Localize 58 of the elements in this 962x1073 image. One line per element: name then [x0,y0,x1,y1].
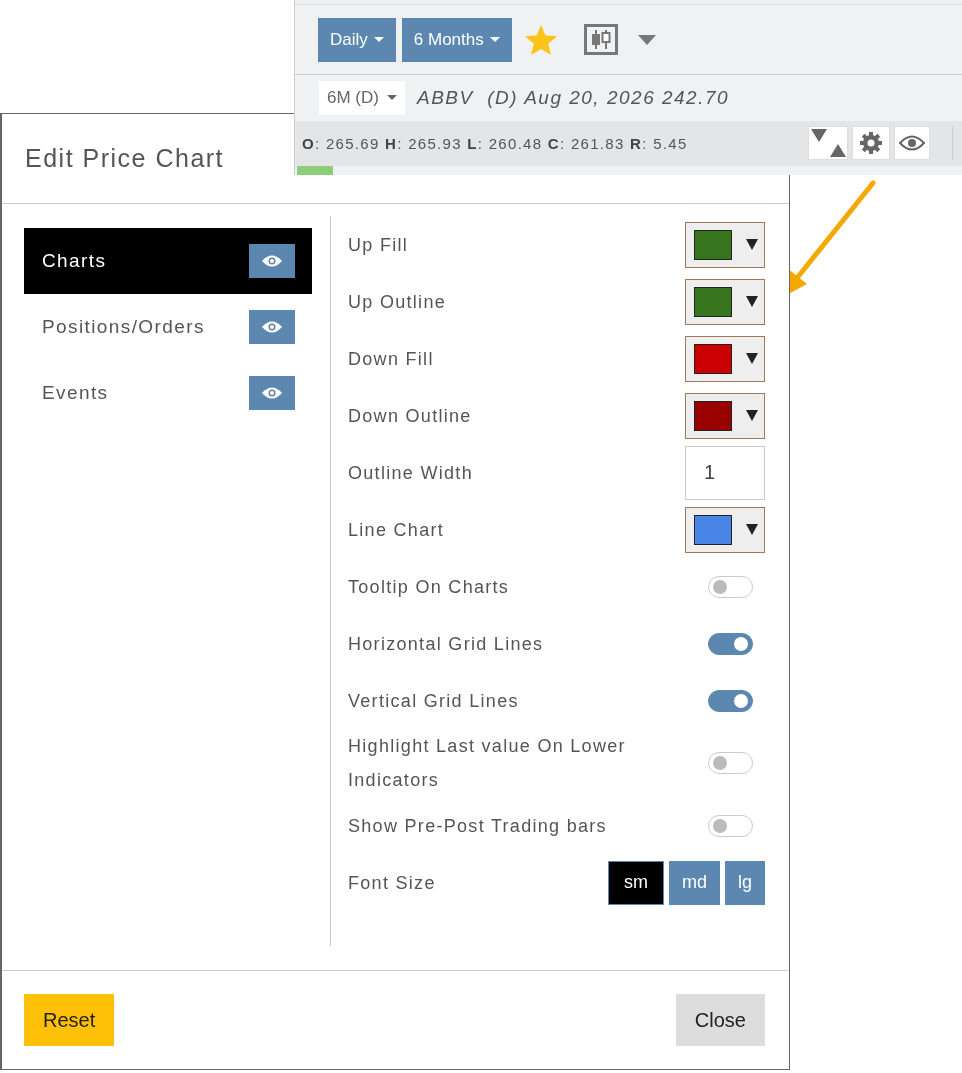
setting-label: Up Fill [348,233,409,257]
visibility-toggle[interactable] [249,376,295,410]
eye-icon [261,254,283,268]
interval-dropdown[interactable]: Daily [318,17,396,62]
triangles-icon [810,128,846,159]
candlestick-icon[interactable] [583,24,618,56]
sidebar-tab[interactable]: Events [24,360,312,426]
caret-icon [746,524,758,535]
eye-icon [899,135,925,152]
sort-button[interactable] [808,126,848,161]
color-picker[interactable] [685,392,765,439]
setting-label: Highlight Last value On Lower Indicators [348,735,627,792]
star-icon[interactable] [523,23,558,56]
setting-label: Font Size [348,871,436,895]
toggle-switch[interactable] [708,689,753,712]
setting-label: Down Fill [348,347,434,371]
sidebar-tab[interactable]: Charts [24,228,312,294]
caret-icon[interactable] [637,34,656,45]
setting-label: Tooltip On Charts [348,575,510,599]
setting-label: Down Outline [348,404,472,428]
toggle-switch[interactable] [708,575,753,598]
chart-bar [297,166,333,175]
color-picker[interactable] [685,335,765,382]
font-size-button[interactable]: md [668,860,720,905]
setting-label: Outline Width [348,461,473,485]
sidebar-tab[interactable]: Positions/Orders [24,294,312,360]
range-dropdown[interactable]: 6M (D) [319,80,405,115]
caret-icon [746,296,758,307]
setting-label: Show Pre-Post Trading bars [348,814,607,838]
toggle-switch[interactable] [708,814,753,837]
toggle-switch[interactable] [708,752,753,774]
setting-label: Up Outline [348,290,447,314]
caret-icon [746,239,758,250]
toggle-switch[interactable] [708,632,753,655]
outline-width-field[interactable]: 1 [685,445,765,500]
font-size-button[interactable]: sm [607,860,664,905]
setting-label: Horizontal Grid Lines [348,632,544,656]
color-picker[interactable] [685,221,765,268]
visibility-toggle[interactable] [249,310,295,344]
font-size-button[interactable]: lg [725,860,765,905]
visibility-toggle[interactable] [249,244,295,278]
caret-icon [746,410,758,421]
dialog-title: Edit Price Chart [25,144,225,173]
interval-dropdown[interactable]: 6 Months [401,17,512,62]
color-picker[interactable] [685,506,765,553]
eye-icon [261,386,283,400]
reset-button[interactable]: Reset [24,994,115,1046]
caret-icon [746,353,758,364]
close-button[interactable]: Close [675,994,765,1046]
setting-label: Line Chart [348,518,445,542]
settings-button[interactable] [852,126,890,161]
chart-title: ABBV (D) Aug 20, 2026 242.70 [416,86,730,109]
settings-icon [859,131,883,156]
eye-icon [261,320,283,334]
visibility-button[interactable] [894,126,930,161]
color-picker[interactable] [685,278,765,325]
setting-label: Vertical Grid Lines [348,689,519,713]
ohlc-readout: O: 265.69 H: 265.93 L: 260.48 C: 261.83 R: 5.45 [302,134,688,152]
